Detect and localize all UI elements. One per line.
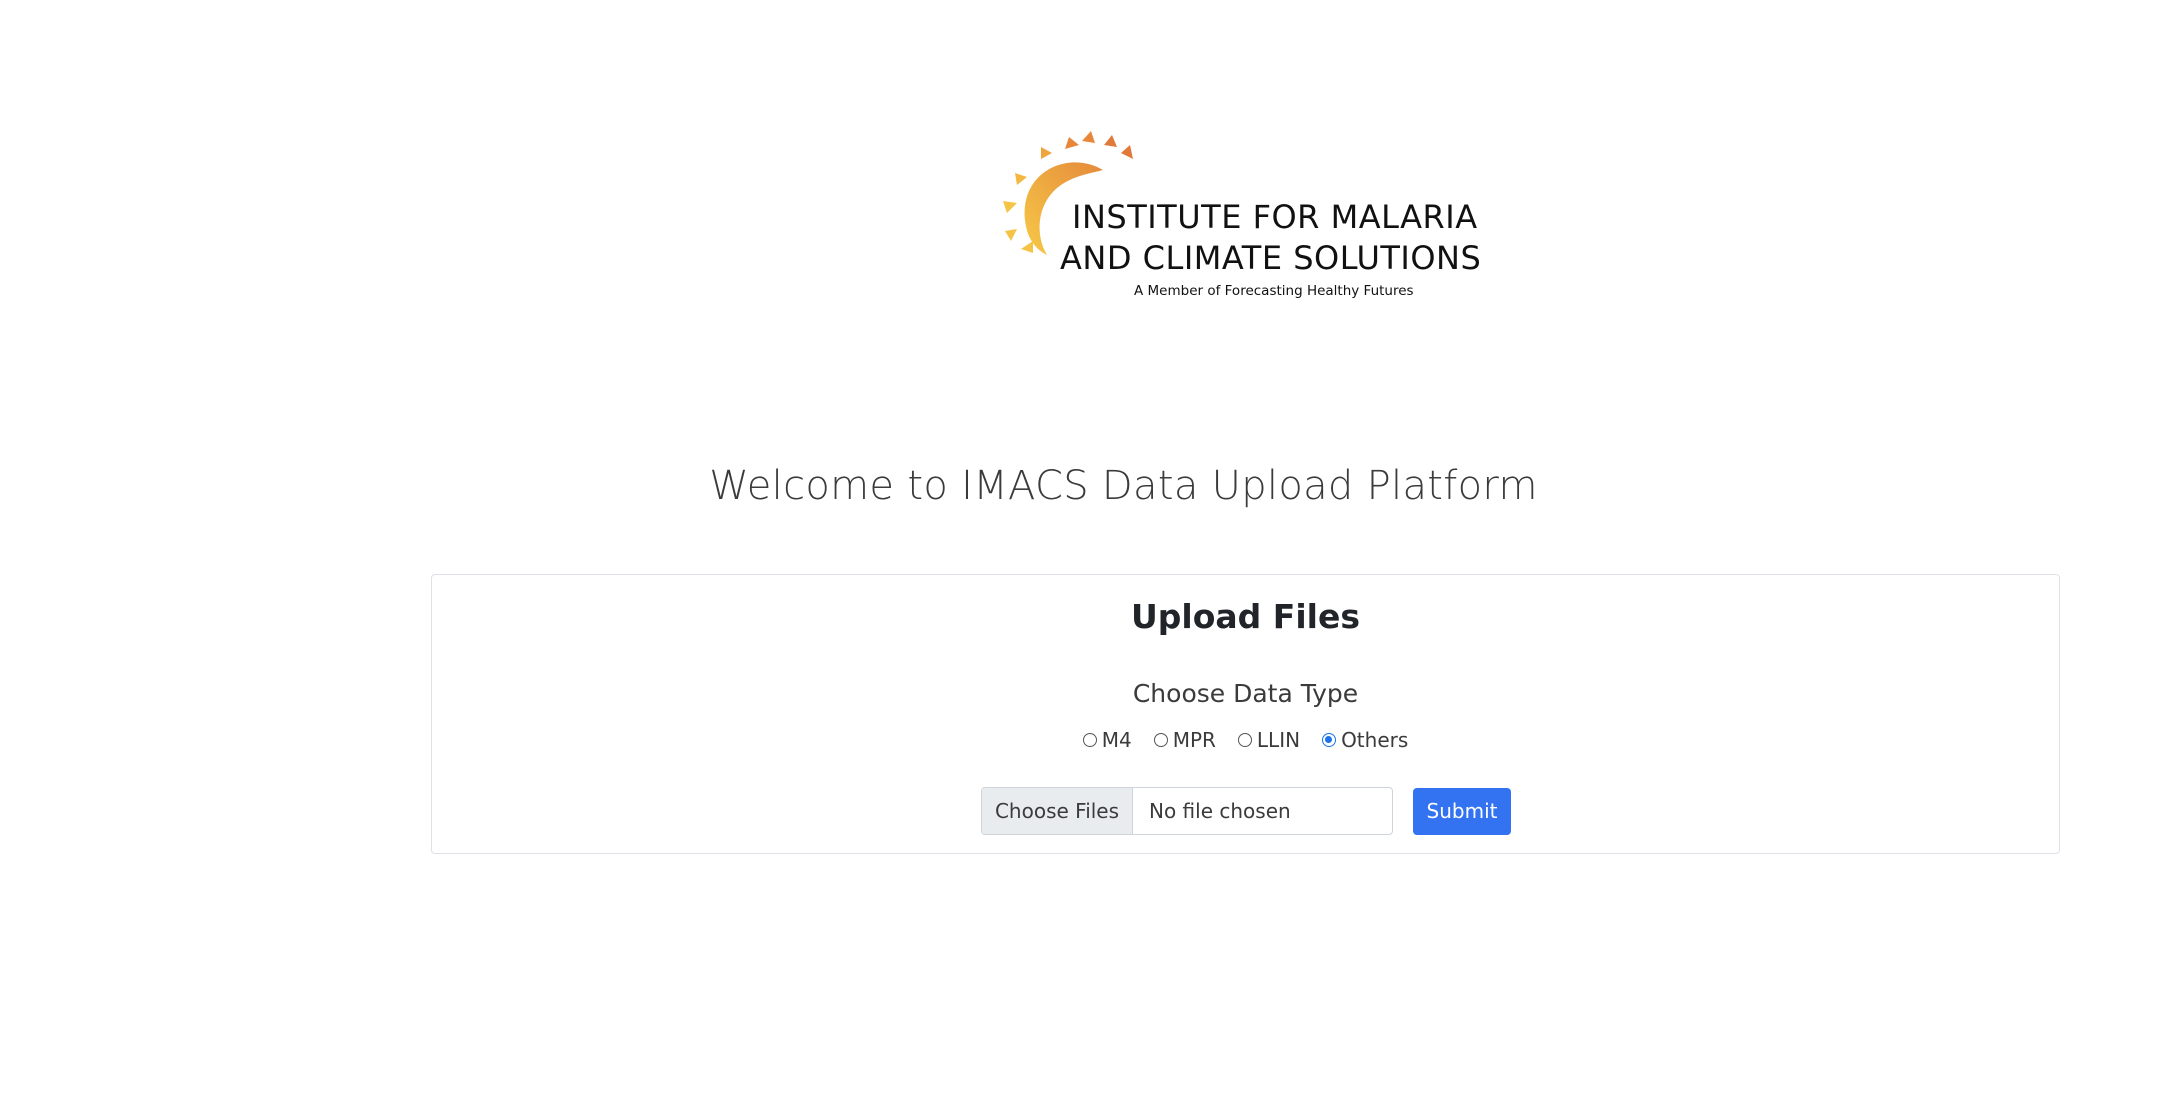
radio-option-mpr[interactable]: MPR <box>1153 728 1216 752</box>
radio-m4[interactable] <box>1082 733 1097 747</box>
radio-label-m4: M4 <box>1101 728 1132 752</box>
page-title: Welcome to IMACS Data Upload Platform <box>709 463 1538 509</box>
radio-option-m4[interactable]: M4 <box>1082 728 1132 752</box>
choose-files-button[interactable]: Choose Files <box>982 788 1133 834</box>
file-upload-row: Choose Files No file chosen Submit <box>981 787 1511 835</box>
radio-label-mpr: MPR <box>1172 728 1216 752</box>
submit-button[interactable]: Submit <box>1413 787 1511 835</box>
radio-label-others: Others <box>1341 728 1409 752</box>
data-type-label: Choose Data Type <box>1132 679 1359 708</box>
data-type-radio-group: M4 MPR LLIN Others <box>432 728 2059 752</box>
file-status: No file chosen <box>1149 799 1291 823</box>
logo-tagline: A Member of Forecasting Healthy Futures <box>1134 283 1414 299</box>
radio-others[interactable] <box>1322 733 1337 747</box>
card-title: Upload Files <box>1131 597 1360 636</box>
logo-line-2: AND CLIMATE SOLUTIONS <box>1060 239 1482 277</box>
imacs-logo: INSTITUTE FOR MALARIA AND CLIMATE SOLUTI… <box>975 125 1515 310</box>
page: INSTITUTE FOR MALARIA AND CLIMATE SOLUTI… <box>0 0 2177 1097</box>
radio-option-llin[interactable]: LLIN <box>1237 728 1301 752</box>
radio-label-llin: LLIN <box>1256 728 1301 752</box>
radio-llin[interactable] <box>1237 733 1252 747</box>
file-input[interactable]: Choose Files No file chosen <box>981 787 1393 835</box>
logo-line-1: INSTITUTE FOR MALARIA <box>1072 198 1478 236</box>
upload-card: Upload Files Choose Data Type M4 MPR LLI… <box>431 574 2060 854</box>
radio-option-others[interactable]: Others <box>1322 728 1408 752</box>
radio-mpr[interactable] <box>1153 733 1168 747</box>
